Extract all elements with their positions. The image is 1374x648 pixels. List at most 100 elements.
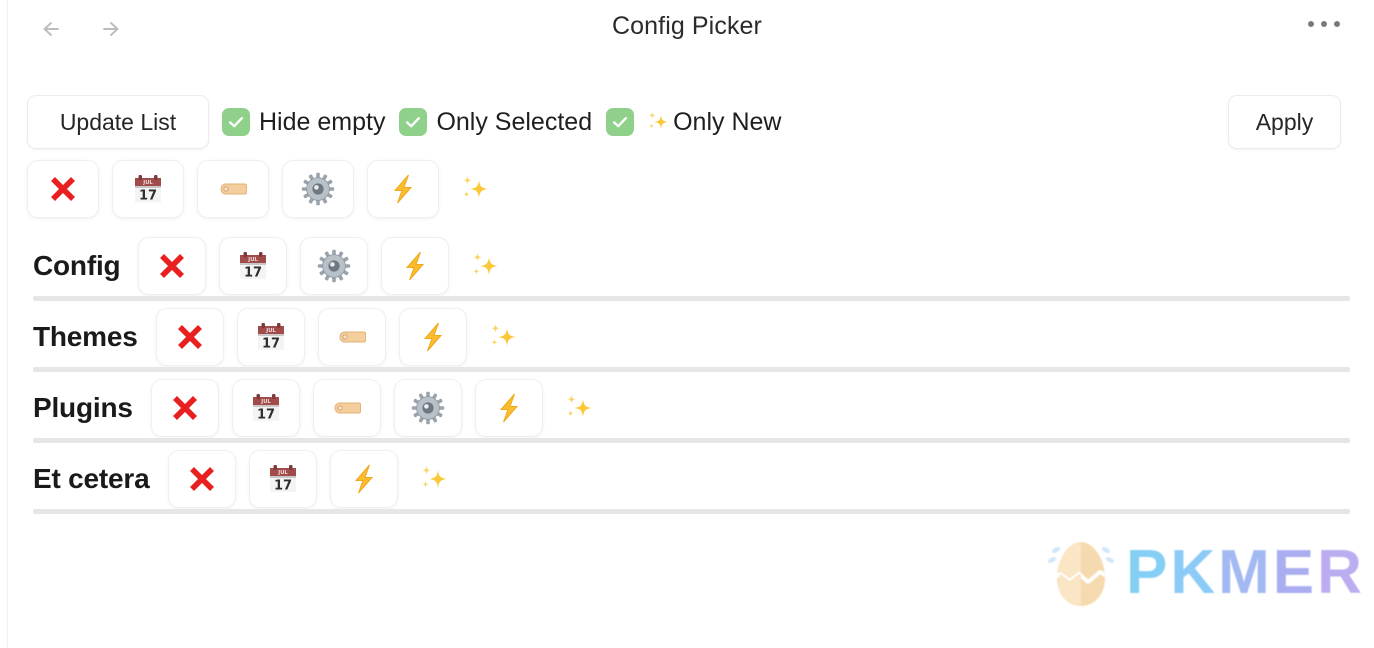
sparkles-icon <box>417 462 451 496</box>
checkbox-label-text: Only Selected <box>436 107 593 136</box>
tag-icon <box>330 391 364 425</box>
pkmer-watermark: PKMER <box>1048 536 1365 610</box>
checkbox-label: Only New <box>643 108 781 137</box>
cross-mark-icon <box>168 391 202 425</box>
gear-icon <box>301 172 335 206</box>
cross-mark-icon <box>155 249 189 283</box>
plugins-calendar-button[interactable]: JUL 17 <box>231 378 300 437</box>
sparkles-icon <box>468 249 502 283</box>
checkbox-label: Hide empty <box>259 108 385 137</box>
more-options-button[interactable] <box>1304 17 1344 31</box>
lightning-icon <box>386 172 420 206</box>
plugins-lightning-button[interactable] <box>474 378 543 437</box>
global-filter-icon-row: JUL 17 <box>27 160 498 218</box>
calendar-icon: JUL 17 <box>236 249 270 283</box>
row-label: Plugins <box>33 391 133 423</box>
config-picker-window: Config Picker Update List Hide empty Only… <box>0 0 1374 648</box>
row-label: Et cetera <box>33 462 150 494</box>
themes-lightning-button[interactable] <box>398 307 467 366</box>
filter-sparkles-indicator[interactable] <box>452 160 498 218</box>
list-row: Plugins JUL 17 <box>0 372 1374 443</box>
et-cetera-cross-mark-button[interactable] <box>167 449 236 508</box>
filter-lightning-button[interactable] <box>367 160 439 218</box>
themes-calendar-button[interactable]: JUL 17 <box>236 307 305 366</box>
list-row: Et cetera JUL 17 <box>0 443 1374 514</box>
sparkles-icon <box>562 391 596 425</box>
checkbox-label-text: Only New <box>673 107 782 136</box>
wordmark-letter: E <box>1272 538 1318 607</box>
themes-tag-button[interactable] <box>317 307 386 366</box>
svg-text:JUL: JUL <box>260 398 271 404</box>
checkbox-box[interactable] <box>222 108 250 136</box>
cross-mark-icon <box>185 462 219 496</box>
row-icon-group: JUL 17 <box>155 307 526 366</box>
svg-text:17: 17 <box>244 265 262 280</box>
filter-cross-mark-button[interactable] <box>27 160 99 218</box>
et-cetera-sparkles-indicator[interactable] <box>411 450 457 508</box>
config-gear-button[interactable] <box>300 236 369 295</box>
filter-tag-button[interactable] <box>197 160 269 218</box>
toolbar: Update List Hide empty Only Selected Only … <box>0 95 1374 151</box>
config-calendar-button[interactable]: JUL 17 <box>219 236 288 295</box>
checkbox-only-selected[interactable]: Only Selected <box>399 108 592 137</box>
et-cetera-calendar-button[interactable]: JUL 17 <box>248 449 317 508</box>
filter-gear-button[interactable] <box>282 160 354 218</box>
cross-mark-icon <box>173 320 207 354</box>
checkbox-label: Only Selected <box>436 108 592 137</box>
svg-text:17: 17 <box>139 189 157 204</box>
plugins-cross-mark-button[interactable] <box>150 378 219 437</box>
sparkles-icon <box>643 109 673 135</box>
pkmer-wordmark: PKMER <box>1126 542 1365 604</box>
calendar-icon: JUL 17 <box>254 320 288 354</box>
row-icon-group: JUL 17 <box>138 236 508 295</box>
tag-icon <box>335 320 369 354</box>
svg-text:17: 17 <box>262 336 280 351</box>
lightning-icon <box>398 249 432 283</box>
svg-text:17: 17 <box>257 407 275 422</box>
list-row: Config JUL 17 <box>0 230 1374 301</box>
sparkles-icon <box>458 172 492 206</box>
svg-text:JUL: JUL <box>142 180 153 186</box>
ellipsis-icon-dot <box>1308 21 1314 27</box>
config-lightning-button[interactable] <box>381 236 450 295</box>
apply-button[interactable]: Apply <box>1228 95 1341 149</box>
checkbox-box[interactable] <box>399 108 428 136</box>
calendar-icon: JUL 17 <box>131 172 165 206</box>
wordmark-letter: P <box>1126 538 1171 607</box>
checkbox-label-text: Hide empty <box>259 107 386 136</box>
lightning-icon <box>416 320 450 354</box>
themes-sparkles-indicator[interactable] <box>480 308 526 366</box>
lightning-icon <box>492 391 526 425</box>
svg-text:JUL: JUL <box>265 327 276 333</box>
config-list: Config JUL 17 Themes JUL 17 Plugins JUL 17 Et cet… <box>0 230 1374 514</box>
lightning-icon <box>347 462 381 496</box>
wordmark-letter: R <box>1317 538 1365 607</box>
tag-icon <box>216 172 250 206</box>
plugins-sparkles-indicator[interactable] <box>556 379 602 437</box>
list-row: Themes JUL 17 <box>0 301 1374 372</box>
config-cross-mark-button[interactable] <box>138 236 207 295</box>
gear-icon <box>317 249 351 283</box>
row-label: Config <box>33 249 121 281</box>
pkmer-egg-logo-icon <box>1048 536 1114 610</box>
update-list-button[interactable]: Update List <box>27 95 209 149</box>
themes-cross-mark-button[interactable] <box>155 307 224 366</box>
filter-checkbox-group: Hide empty Only Selected Only New <box>222 95 781 149</box>
checkbox-hide-empty[interactable]: Hide empty <box>222 108 385 137</box>
et-cetera-lightning-button[interactable] <box>329 449 398 508</box>
plugins-tag-button[interactable] <box>312 378 381 437</box>
row-label: Themes <box>33 320 138 352</box>
wordmark-letter: K <box>1170 538 1219 607</box>
plugins-gear-button[interactable] <box>393 378 462 437</box>
titlebar: Config Picker <box>0 0 1374 58</box>
filter-calendar-button[interactable]: JUL 17 <box>112 160 184 218</box>
checkbox-only-new[interactable]: Only New <box>606 108 781 137</box>
ellipsis-icon-dot <box>1334 21 1340 27</box>
calendar-icon: JUL 17 <box>266 462 300 496</box>
svg-text:JUL: JUL <box>277 469 288 475</box>
row-divider <box>33 509 1350 514</box>
ellipsis-icon-dot <box>1321 21 1327 27</box>
row-icon-group: JUL 17 <box>150 378 602 437</box>
config-sparkles-indicator[interactable] <box>462 237 508 295</box>
checkbox-box[interactable] <box>606 108 635 136</box>
